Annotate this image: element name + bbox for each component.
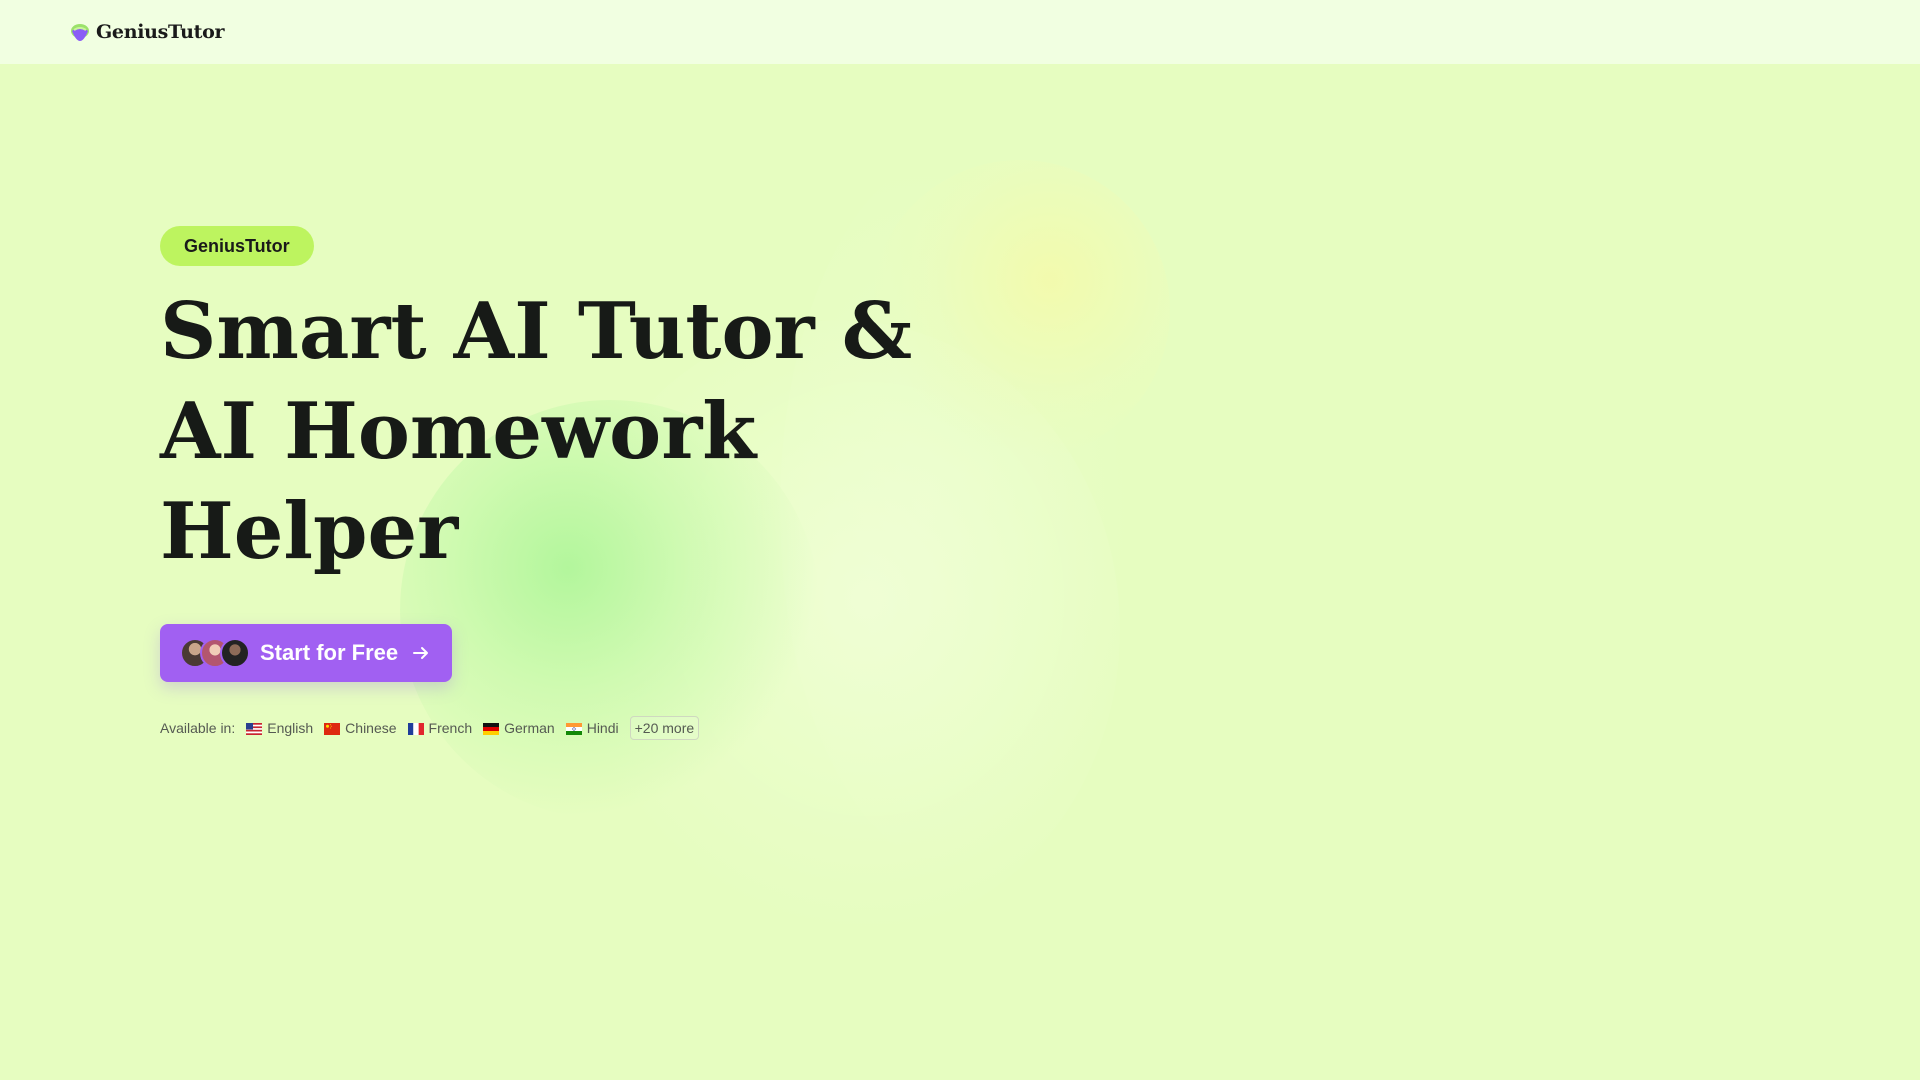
page: GeniusTutor GeniusTutor Smart AI Tutor &… bbox=[0, 0, 1920, 1080]
geniustutor-logo-icon bbox=[68, 20, 92, 44]
more-languages-badge[interactable]: +20 more bbox=[629, 716, 700, 740]
cn-flag-icon bbox=[324, 722, 341, 735]
user-avatar-group bbox=[180, 638, 250, 668]
fr-flag-icon bbox=[407, 722, 424, 735]
us-flag-icon bbox=[246, 722, 263, 735]
brand-name: GeniusTutor bbox=[96, 21, 225, 43]
headline-line: Helper bbox=[160, 486, 459, 577]
de-flag-icon bbox=[483, 722, 500, 735]
hero-headline: Smart AI Tutor & AI Homework Helper bbox=[160, 282, 912, 582]
top-navigation-bar: GeniusTutor bbox=[0, 0, 1920, 64]
user-avatar bbox=[220, 638, 250, 668]
language-english: English bbox=[246, 720, 313, 736]
headline-line: AI Homework bbox=[160, 386, 757, 477]
product-badge: GeniusTutor bbox=[160, 226, 314, 266]
hero-section: GeniusTutor Smart AI Tutor & AI Homework… bbox=[160, 226, 912, 740]
language-name: Hindi bbox=[586, 720, 619, 736]
language-name: Chinese bbox=[345, 720, 397, 736]
language-hindi: Hindi bbox=[565, 720, 619, 736]
language-chinese: Chinese bbox=[324, 720, 397, 736]
language-name: English bbox=[267, 720, 314, 736]
decorative-blob bbox=[870, 160, 1170, 460]
language-german: German bbox=[483, 720, 555, 736]
language-name: German bbox=[504, 720, 555, 736]
available-languages: Available in: English Chinese French Ger… bbox=[160, 716, 912, 740]
in-flag-icon bbox=[565, 722, 582, 735]
language-french: French bbox=[407, 720, 473, 736]
headline-line: Smart AI Tutor & bbox=[160, 286, 913, 377]
language-name: French bbox=[428, 720, 473, 736]
start-for-free-button[interactable]: Start for Free bbox=[160, 624, 453, 682]
arrow-right-icon bbox=[412, 644, 430, 662]
brand-logo-link[interactable]: GeniusTutor bbox=[68, 20, 225, 44]
cta-label: Start for Free bbox=[260, 640, 399, 665]
languages-label: Available in: bbox=[160, 720, 236, 736]
